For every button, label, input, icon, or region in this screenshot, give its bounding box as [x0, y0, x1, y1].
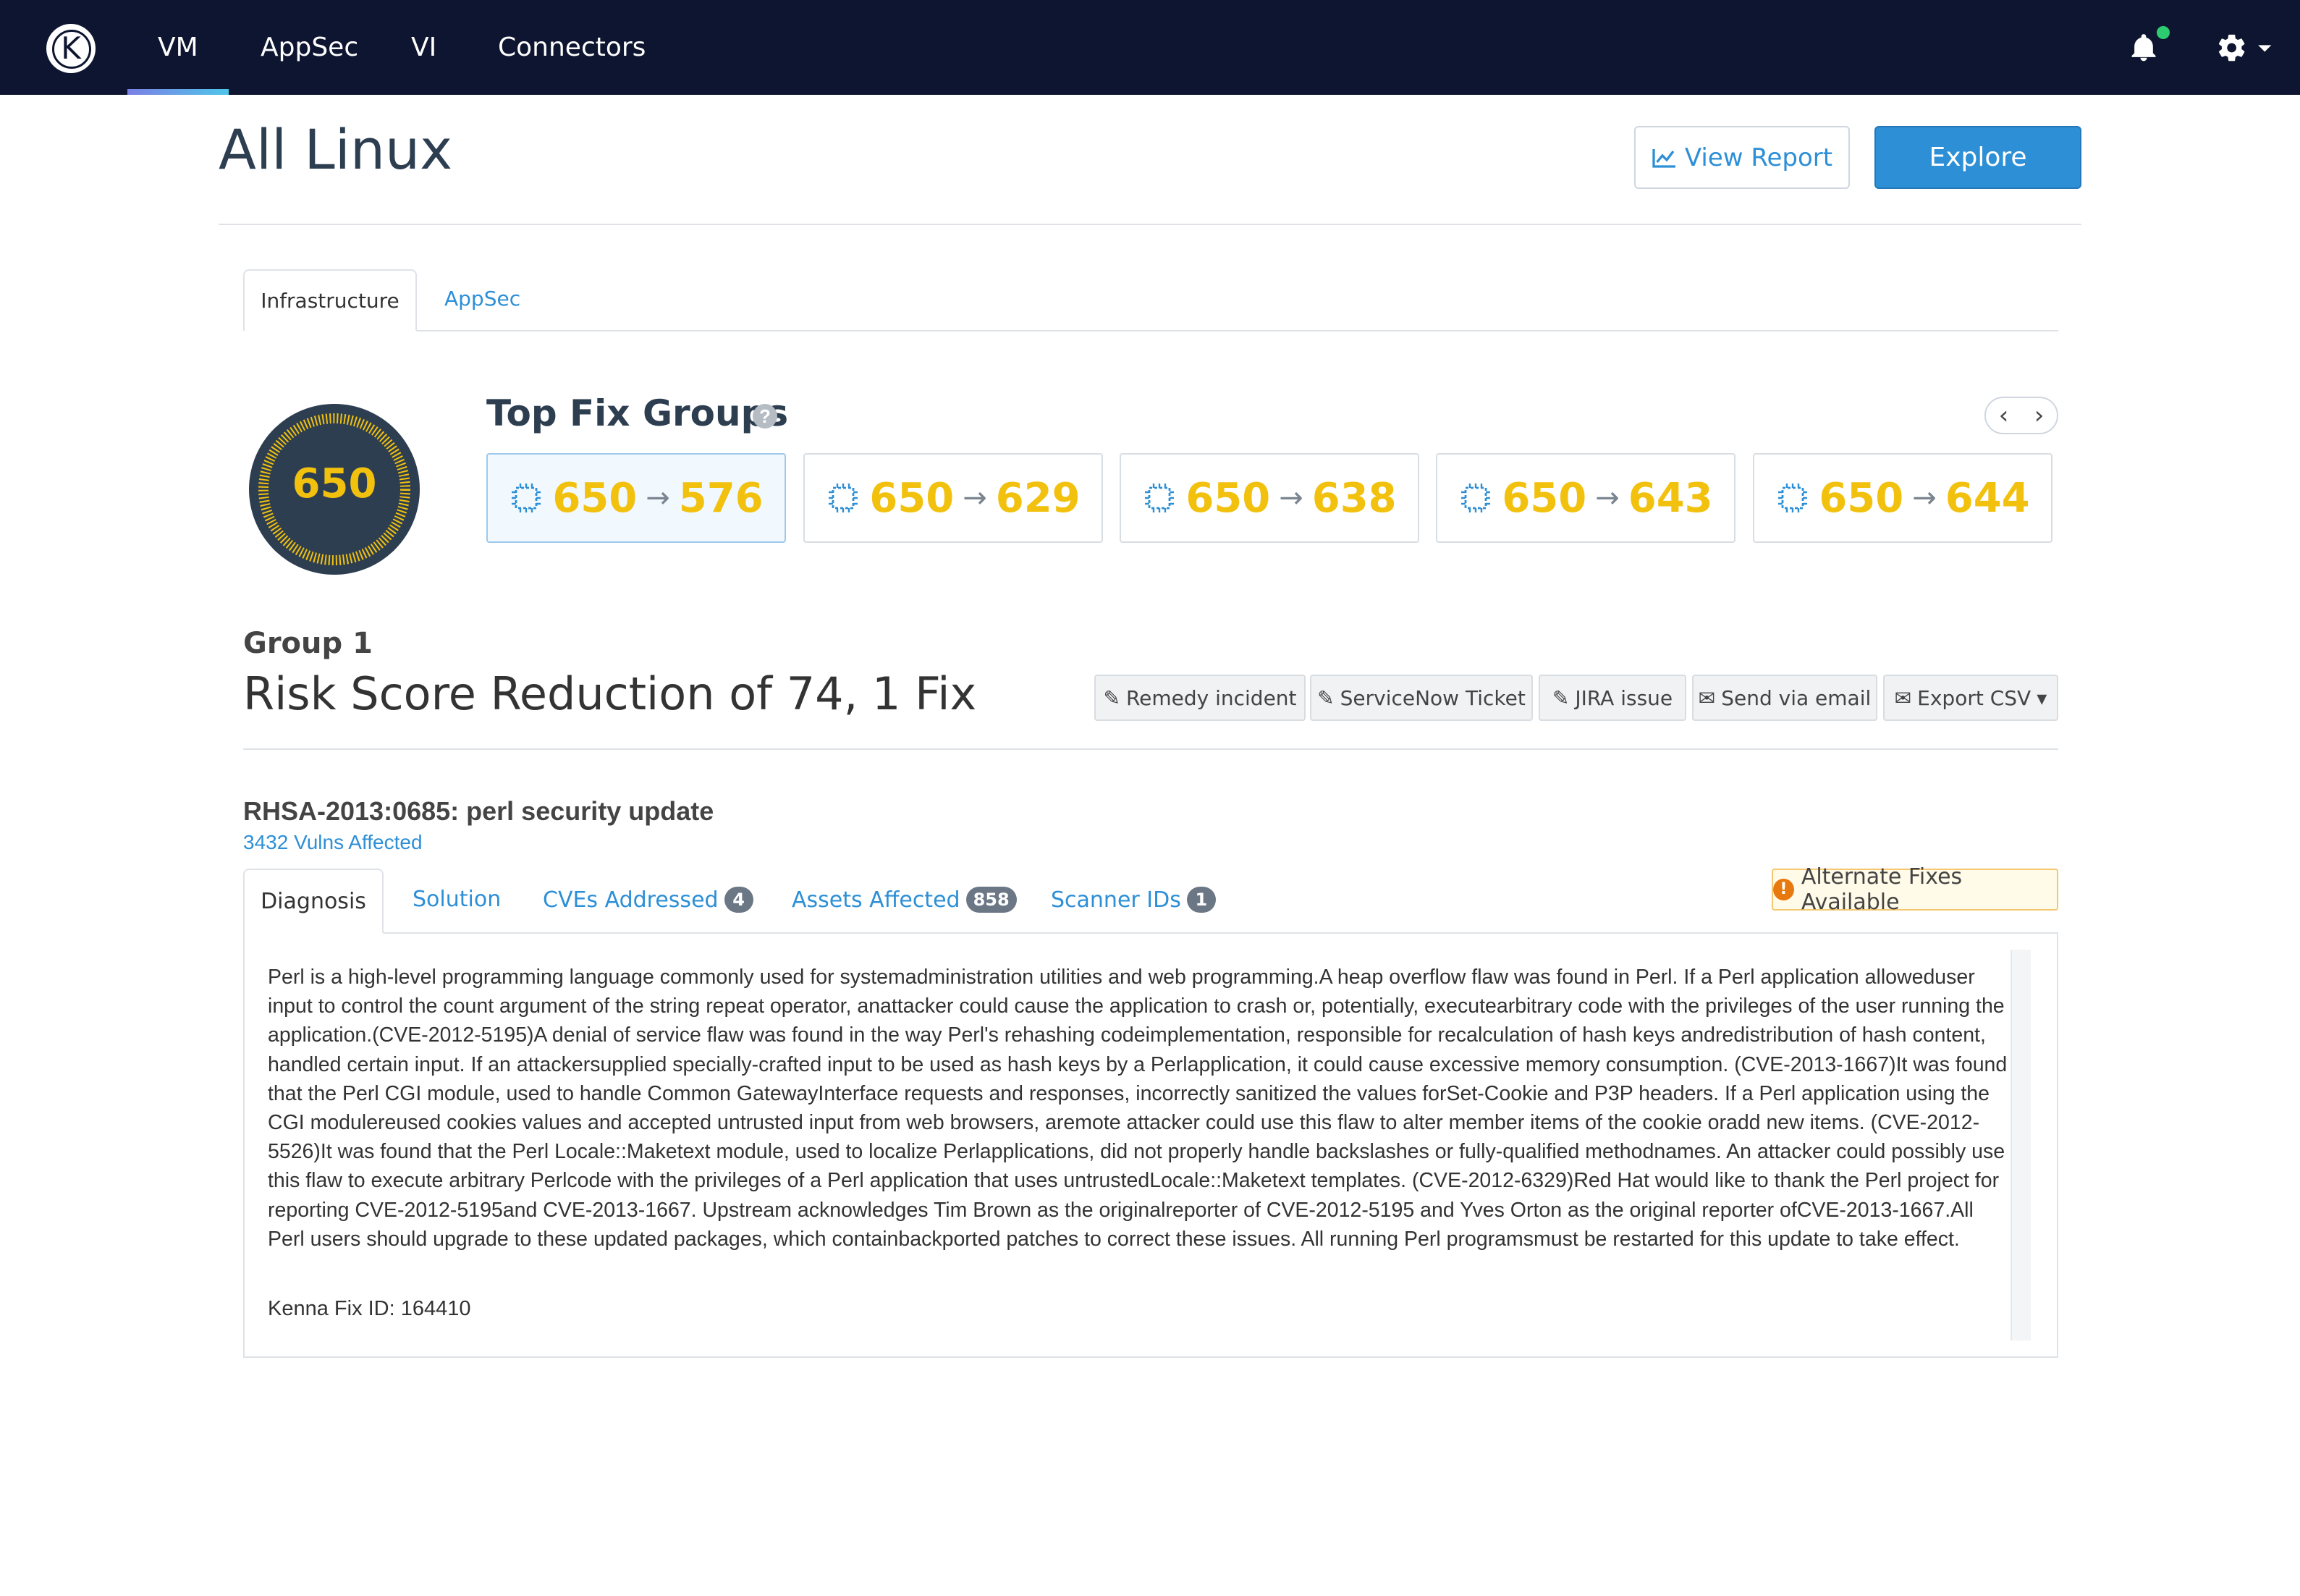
chevron-right-icon[interactable]: ›: [2025, 398, 2054, 433]
fix-group-card-3[interactable]: 650 → 638: [1120, 453, 1419, 543]
chip-icon: [512, 484, 541, 512]
send-email-button[interactable]: ✉ Send via email: [1692, 675, 1877, 721]
tab-assets-affected[interactable]: Assets Affected 858: [792, 887, 1017, 913]
arrow-right-icon: →: [963, 481, 987, 515]
tab-appsec[interactable]: AppSec: [444, 287, 520, 311]
tab-solution[interactable]: Solution: [413, 887, 501, 912]
risk-score-value: 650: [292, 460, 377, 507]
arrow-right-icon: →: [1279, 481, 1303, 515]
nav-item-appsec[interactable]: AppSec: [261, 29, 358, 67]
notification-dot: [2157, 26, 2170, 39]
nav-item-connectors[interactable]: Connectors: [498, 29, 646, 67]
diagnosis-scrollbar[interactable]: [2011, 950, 2031, 1340]
arrow-right-icon: →: [646, 481, 670, 515]
envelope-icon: ✉: [1894, 685, 1912, 710]
group-divider: [243, 748, 2058, 750]
explore-button[interactable]: Explore: [1874, 126, 2081, 189]
tab-cves-addressed[interactable]: CVEs Addressed 4: [543, 887, 753, 913]
active-nav-indicator: [127, 89, 229, 95]
group-label: Group 1: [243, 627, 373, 660]
top-fix-groups-title: Top Fix Groups: [486, 392, 789, 434]
edit-icon: ✎: [1103, 685, 1120, 710]
jira-issue-button[interactable]: ✎ JIRA issue: [1539, 675, 1686, 721]
help-icon[interactable]: ?: [753, 404, 777, 428]
fix-group-card-1[interactable]: 650 → 576: [486, 453, 786, 543]
group-headline: Risk Score Reduction of 74, 1 Fix: [243, 667, 977, 720]
alternate-fixes-button[interactable]: ! Alternate Fixes Available: [1772, 864, 2058, 915]
tab-infrastructure[interactable]: Infrastructure: [243, 269, 417, 332]
top-nav: K VM AppSec VI Connectors: [0, 0, 2300, 95]
tabs-baseline: [243, 330, 2058, 332]
fix-groups-pager: ‹ ›: [1984, 397, 2058, 434]
servicenow-ticket-button[interactable]: ✎ ServiceNow Ticket: [1310, 675, 1533, 721]
remedy-incident-button[interactable]: ✎ Remedy incident: [1094, 675, 1306, 721]
arrow-right-icon: →: [1912, 481, 1937, 515]
nav-item-vm[interactable]: VM: [158, 29, 198, 67]
edit-icon: ✎: [1552, 685, 1570, 710]
alert-icon: !: [1773, 879, 1794, 900]
fix-group-card-4[interactable]: 650 → 643: [1436, 453, 1735, 543]
chip-icon: [1145, 484, 1175, 512]
count-badge: 4: [724, 887, 753, 913]
chip-icon: [829, 484, 858, 512]
kenna-logo[interactable]: K: [46, 24, 96, 73]
tab-scanner-ids[interactable]: Scanner IDs 1: [1051, 887, 1216, 913]
gear-icon[interactable]: [2216, 32, 2274, 64]
envelope-icon: ✉: [1698, 685, 1716, 710]
bell-icon[interactable]: [2128, 32, 2160, 64]
fix-group-card-2[interactable]: 650 → 629: [803, 453, 1103, 543]
arrow-right-icon: →: [1595, 481, 1620, 515]
fix-name: RHSA-2013:0685: perl security update: [243, 796, 714, 826]
nav-item-vi[interactable]: VI: [411, 29, 436, 67]
caret-down-icon: ▾: [2037, 685, 2047, 710]
count-badge: 858: [965, 887, 1017, 913]
chevron-left-icon[interactable]: ‹: [1990, 398, 2018, 433]
chip-icon: [1461, 484, 1491, 512]
header-divider: [219, 224, 2081, 225]
tab-diagnosis[interactable]: Diagnosis: [243, 869, 384, 934]
edit-icon: ✎: [1317, 685, 1335, 710]
line-chart-icon: [1652, 148, 1675, 168]
count-badge: 1: [1186, 887, 1216, 913]
fix-group-card-5[interactable]: 650 → 644: [1753, 453, 2052, 543]
diagnosis-text: Perl is a high-level programming languag…: [268, 966, 2008, 1251]
export-csv-button[interactable]: ✉ Export CSV ▾: [1883, 675, 2058, 721]
view-report-button[interactable]: View Report: [1634, 126, 1850, 189]
page-title: All Linux: [219, 117, 453, 182]
vulns-affected-link[interactable]: 3432 Vulns Affected: [243, 831, 423, 854]
chip-icon: [1778, 484, 1808, 512]
kenna-fix-id: Kenna Fix ID: 164410: [268, 1297, 471, 1320]
